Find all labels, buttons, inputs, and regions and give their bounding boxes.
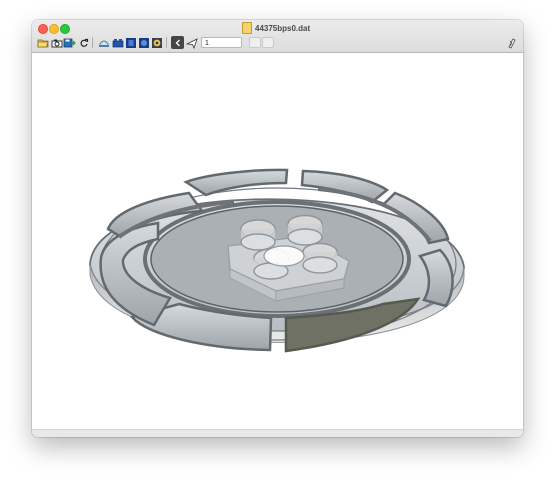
app-window: 44375bps0.dat 1 (32, 20, 523, 437)
minimize-window-button[interactable] (49, 24, 59, 34)
blue-circle-icon[interactable] (137, 36, 150, 49)
brick-icon[interactable] (111, 36, 124, 49)
frame-input[interactable]: 1 (201, 37, 242, 48)
3d-viewport[interactable] (32, 53, 523, 429)
document-icon (242, 22, 252, 34)
blue-square-icon[interactable] (124, 36, 137, 49)
toolbar-separator (166, 37, 167, 48)
plane-icon[interactable] (185, 36, 198, 49)
overview-icon[interactable] (97, 36, 110, 49)
camera-icon[interactable] (50, 36, 63, 49)
lego-stud (287, 214, 323, 246)
lego-model-render (89, 168, 465, 353)
close-window-button[interactable] (38, 24, 48, 34)
open-icon[interactable] (36, 36, 49, 49)
help-icon[interactable] (150, 36, 163, 49)
redo-icon[interactable] (262, 37, 274, 48)
save-icon[interactable] (63, 36, 76, 49)
script-icon[interactable] (505, 36, 518, 49)
back-icon[interactable] (171, 36, 184, 49)
lego-disk (89, 168, 465, 353)
reload-icon[interactable] (77, 36, 90, 49)
title-bar: 44375bps0.dat 1 (32, 20, 523, 53)
lego-stud (240, 219, 276, 251)
toolbar-separator (92, 37, 93, 48)
window-title-wrap: 44375bps0.dat (242, 22, 310, 34)
zoom-window-button[interactable] (60, 24, 70, 34)
status-bar (32, 429, 523, 437)
lego-stud (302, 242, 338, 274)
window-title: 44375bps0.dat (255, 23, 311, 33)
toolbar: 1 (32, 35, 523, 51)
undo-icon[interactable] (249, 37, 261, 48)
